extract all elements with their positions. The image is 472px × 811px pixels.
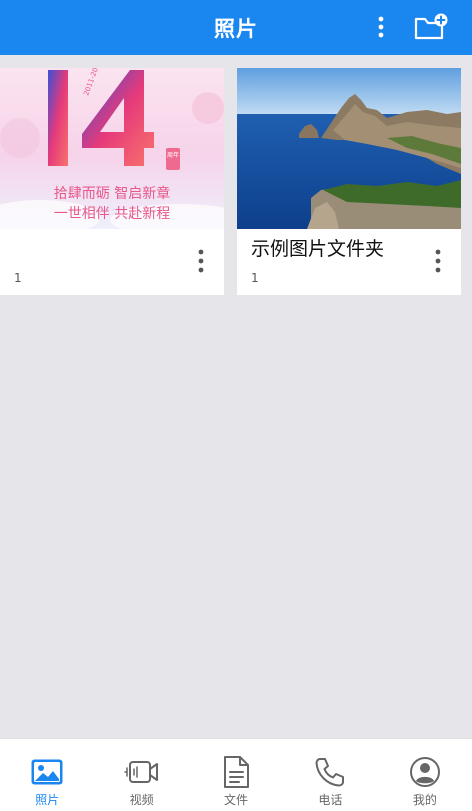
- nav-item-files[interactable]: 文件: [189, 739, 283, 811]
- more-options-button[interactable]: [368, 12, 394, 42]
- folder-add-icon: [414, 13, 448, 40]
- coastal-cliffs-photo: [237, 68, 461, 229]
- album-thumbnail: [237, 68, 461, 229]
- nav-label: 照片: [35, 793, 60, 807]
- page-title: 照片: [214, 16, 258, 41]
- nav-label: 视频: [129, 793, 154, 807]
- anniversary-tag-text: 周年: [167, 151, 179, 159]
- album-card[interactable]: 2011-202 周年 拾肆而砺 智启新章 一世相伴 共赴新程 1: [0, 68, 224, 295]
- nav-item-phone[interactable]: 电话: [283, 739, 377, 811]
- album-card[interactable]: 示例图片文件夹 1: [237, 68, 461, 295]
- add-folder-button[interactable]: [412, 10, 450, 44]
- thumbnail-slogan-2: 一世相伴 共赴新程: [54, 206, 170, 222]
- user-icon: [406, 753, 444, 791]
- nav-label: 文件: [224, 793, 249, 807]
- album-menu-button[interactable]: [190, 246, 212, 276]
- video-camera-icon: [123, 753, 161, 791]
- album-count: 1: [251, 271, 259, 285]
- nav-item-videos[interactable]: 视频: [94, 739, 188, 811]
- more-vertical-icon: [435, 249, 441, 273]
- document-icon: [217, 753, 255, 791]
- app-header: 照片: [0, 0, 472, 55]
- more-vertical-icon: [198, 249, 204, 273]
- thumbnail-slogan-1: 拾肆而砺 智启新章: [54, 185, 170, 202]
- nav-item-photos[interactable]: 照片: [0, 739, 94, 811]
- album-title: 示例图片文件夹: [251, 238, 385, 260]
- album-menu-button[interactable]: [427, 246, 449, 276]
- album-thumbnail: 2011-202 周年 拾肆而砺 智启新章 一世相伴 共赴新程: [0, 68, 224, 229]
- more-vertical-icon: [378, 16, 384, 38]
- bottom-nav: 照片 视频 文件 电话 我的: [0, 738, 472, 811]
- nav-label: 我的: [412, 793, 437, 807]
- nav-item-profile[interactable]: 我的: [378, 739, 472, 811]
- photo-icon: [28, 753, 66, 791]
- album-count: 1: [14, 271, 22, 285]
- nav-label: 电话: [318, 793, 343, 807]
- phone-icon: [311, 753, 349, 791]
